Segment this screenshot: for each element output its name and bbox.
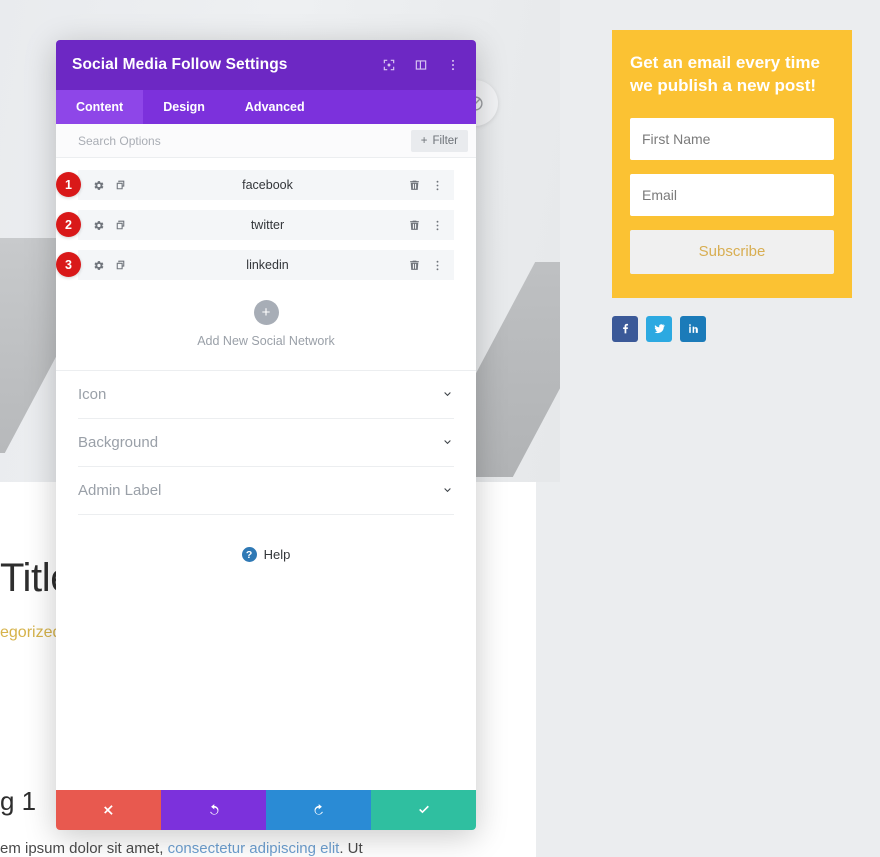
filter-label: Filter	[432, 134, 458, 147]
redo-button[interactable]	[266, 790, 371, 830]
table-row[interactable]: 2 twitter	[56, 210, 454, 240]
first-name-input[interactable]	[630, 117, 834, 160]
focus-icon[interactable]	[382, 58, 396, 72]
modal-header-actions	[382, 58, 460, 72]
close-icon	[103, 805, 113, 815]
paragraph-suffix: . Ut	[339, 840, 363, 857]
row-left-tools	[92, 259, 127, 272]
row-right-tools	[408, 259, 444, 272]
redo-icon	[314, 804, 323, 815]
twitter-icon[interactable]	[646, 315, 672, 342]
duplicate-icon[interactable]	[114, 259, 127, 272]
optin-title: Get an email every time we publish a new…	[630, 53, 820, 95]
row-right-tools	[408, 179, 444, 192]
help-label: Help	[263, 547, 291, 562]
search-bar: + Filter	[56, 124, 476, 158]
table-row[interactable]: 1 facebook	[56, 170, 454, 200]
network-name: twitter	[250, 218, 285, 232]
modal-title: Social Media Follow Settings	[72, 56, 288, 73]
check-icon	[418, 805, 429, 814]
undo-icon	[209, 804, 218, 815]
social-follow-icons	[612, 315, 852, 342]
tab-content[interactable]: Content	[56, 90, 144, 124]
trash-icon[interactable]	[408, 219, 421, 232]
row-left-tools	[92, 219, 127, 232]
plus-icon: +	[420, 134, 428, 147]
sidebar: Get an email every time we publish a new…	[612, 30, 852, 342]
accordion-admin-label[interactable]: Admin Label	[78, 467, 454, 515]
modal-tabs: Content Design Advanced	[56, 90, 476, 124]
modal-body: 1 facebook 2 twitter 3 linkedin + Add Ne…	[56, 158, 476, 790]
accordion-label: Background	[78, 434, 159, 451]
question-mark-icon: ?	[241, 547, 257, 562]
add-new-social-network[interactable]: + Add New Social Network	[56, 290, 476, 371]
gear-icon[interactable]	[92, 179, 105, 192]
undo-button[interactable]	[161, 790, 266, 830]
tab-design[interactable]: Design	[143, 90, 225, 124]
accordion-label: Icon	[78, 386, 107, 403]
chevron-down-icon	[441, 484, 454, 497]
layout-split-icon[interactable]	[414, 58, 428, 72]
trash-icon[interactable]	[408, 259, 421, 272]
duplicate-icon[interactable]	[114, 219, 127, 232]
chevron-down-icon	[441, 388, 454, 401]
network-name: facebook	[242, 178, 293, 192]
table-row[interactable]: 3 linkedin	[56, 250, 454, 280]
plus-icon[interactable]: +	[253, 300, 279, 325]
accordion-icon[interactable]: Icon	[78, 371, 454, 419]
linkedin-icon[interactable]	[680, 315, 706, 342]
search-input[interactable]	[78, 133, 411, 148]
modal-footer	[56, 790, 476, 830]
accordion-label: Admin Label	[78, 482, 162, 499]
post-category[interactable]: egorized	[0, 624, 61, 642]
accordion-background[interactable]: Background	[78, 419, 454, 467]
network-name: linkedin	[246, 258, 289, 272]
more-vertical-icon[interactable]	[431, 219, 444, 232]
subscribe-button[interactable]: Subscribe	[630, 229, 834, 274]
email-input[interactable]	[630, 173, 834, 216]
duplicate-icon[interactable]	[114, 179, 127, 192]
modal-header: Social Media Follow Settings	[56, 40, 476, 90]
cancel-button[interactable]	[56, 790, 161, 830]
paragraph-link[interactable]: consectetur adipiscing elit	[168, 840, 340, 857]
facebook-icon[interactable]	[612, 315, 638, 342]
row-number-badge: 1	[56, 172, 81, 197]
settings-modal: Social Media Follow Settings Content Des…	[56, 40, 476, 830]
add-new-label: Add New Social Network	[197, 334, 335, 348]
trash-icon[interactable]	[408, 179, 421, 192]
more-vertical-icon[interactable]	[446, 58, 460, 72]
tab-advanced[interactable]: Advanced	[225, 90, 325, 124]
save-button[interactable]	[371, 790, 476, 830]
filter-button[interactable]: + Filter	[410, 129, 468, 152]
page-root: Title egorized g 1 em ipsum dolor sit am…	[0, 0, 880, 857]
row-number-badge: 3	[56, 252, 81, 277]
social-network-list: 1 facebook 2 twitter 3 linkedin	[56, 158, 476, 280]
row-right-tools	[408, 219, 444, 232]
gear-icon[interactable]	[92, 259, 105, 272]
more-vertical-icon[interactable]	[431, 179, 444, 192]
chevron-down-icon	[441, 436, 454, 449]
post-heading: g 1	[0, 786, 37, 816]
email-optin-widget: Get an email every time we publish a new…	[612, 30, 852, 298]
help-link[interactable]: ? Help	[56, 515, 476, 594]
gear-icon[interactable]	[92, 219, 105, 232]
row-left-tools	[92, 179, 127, 192]
row-number-badge: 2	[56, 212, 81, 237]
more-vertical-icon[interactable]	[431, 259, 444, 272]
paragraph-prefix: em ipsum dolor sit amet,	[0, 840, 168, 857]
post-paragraph: em ipsum dolor sit amet, consectetur adi…	[0, 840, 363, 857]
